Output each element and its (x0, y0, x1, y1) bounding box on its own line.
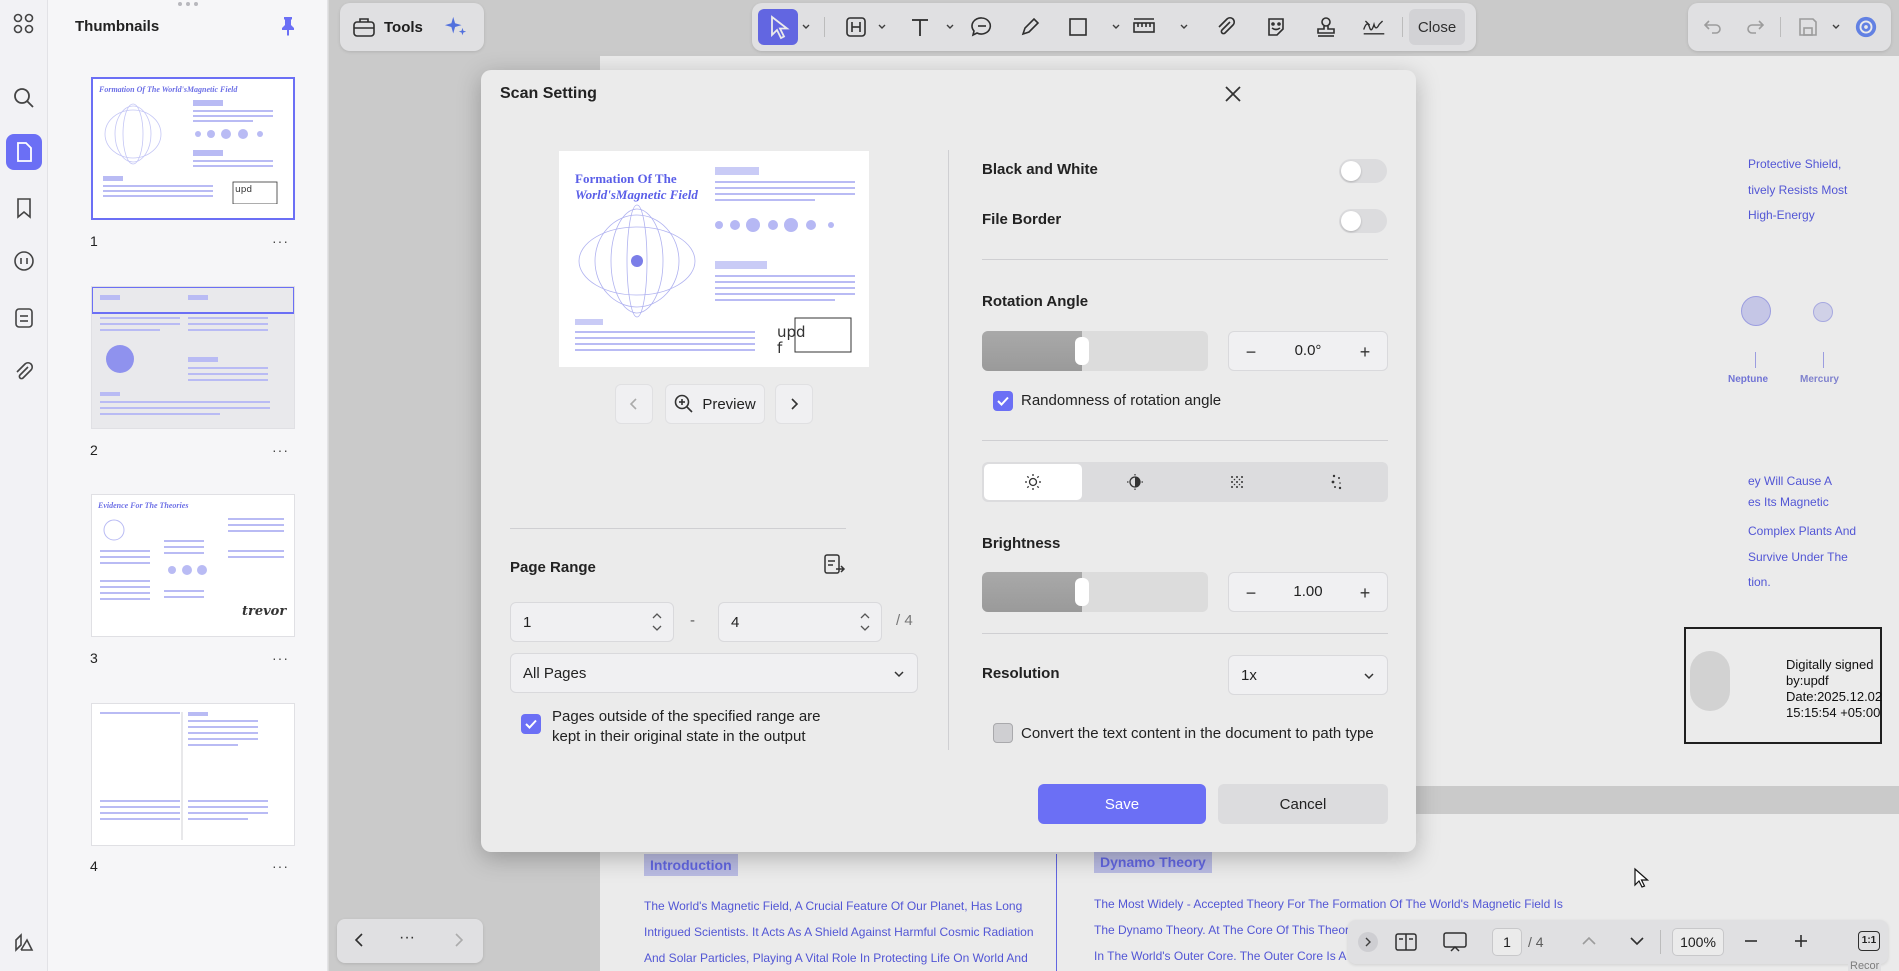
page-thumbnail-3[interactable]: Evidence For The Theories trevor (91, 494, 295, 637)
rotation-angle-value[interactable]: 0.0° (1269, 342, 1347, 359)
svg-text:upd: upd (235, 185, 252, 195)
increment-icon[interactable]: + (1353, 340, 1377, 364)
preview-page-graphics: upd f (575, 167, 855, 357)
page-thumbnail-2[interactable] (91, 286, 295, 429)
rotation-angle-label: Rotation Angle (982, 293, 1089, 310)
chevron-down-icon (894, 671, 904, 678)
layers-icon[interactable] (10, 928, 38, 956)
close-icon[interactable] (1221, 82, 1245, 106)
zoom-in-icon (675, 394, 693, 413)
resolution-select[interactable]: 1x (1228, 655, 1388, 695)
page-to-input[interactable]: 4 (718, 602, 882, 642)
rotation-angle-slider[interactable] (982, 331, 1208, 371)
page-number-2: 2 (90, 442, 98, 458)
thumbnails-title: Thumbnails (75, 18, 160, 35)
effect-selector (982, 462, 1388, 502)
preview-prev-button[interactable] (615, 384, 653, 424)
thumbnail-content: trevor (100, 518, 287, 619)
brightness-label: Brightness (982, 535, 1061, 552)
page-thumbnail-1[interactable]: Formation Of The World'sMagnetic Field u… (91, 77, 295, 220)
page-more-button-2[interactable]: ··· (272, 442, 289, 458)
increment-icon[interactable]: + (1353, 581, 1377, 605)
comment-icon[interactable] (10, 248, 38, 276)
page-thumbnail-4[interactable] (91, 703, 295, 846)
dither-icon[interactable] (1288, 464, 1386, 500)
keep-outside-label-line1: Pages outside of the specified range are (552, 708, 821, 725)
left-rail (0, 0, 48, 971)
svg-text:trevor: trevor (242, 604, 287, 619)
thumbnail-content: upd (103, 100, 278, 205)
convert-path-label: Convert the text content in the document… (1021, 725, 1374, 742)
mouse-cursor-icon (1633, 867, 1650, 894)
page-number-3: 3 (90, 650, 98, 666)
search-icon[interactable] (10, 84, 38, 112)
noise-icon[interactable] (1188, 464, 1286, 500)
brightness-stepper[interactable]: − 1.00 + (1228, 572, 1388, 612)
pages-icon[interactable] (6, 134, 42, 170)
randomness-checkbox[interactable] (993, 391, 1013, 411)
rotation-angle-stepper[interactable]: − 0.0° + (1228, 331, 1388, 371)
preview-button-label: Preview (702, 395, 756, 413)
bookmark-icon[interactable] (10, 194, 38, 222)
file-border-toggle[interactable] (1339, 209, 1387, 233)
svg-text:f: f (777, 339, 783, 357)
chevron-right-icon (791, 398, 799, 410)
divider (982, 633, 1388, 634)
page-range-swap-icon[interactable] (822, 553, 846, 582)
page-scope-select[interactable]: All Pages (510, 653, 918, 693)
page-from-input[interactable]: 1 (510, 602, 674, 642)
check-icon (997, 396, 1009, 406)
pin-icon[interactable] (279, 16, 297, 41)
decrement-icon[interactable]: − (1239, 340, 1263, 364)
form-icon[interactable] (10, 304, 38, 332)
scan-setting-dialog: Scan Setting Formation Of The World'sMag… (481, 70, 1416, 852)
brightness-slider[interactable] (982, 572, 1208, 612)
panel-resize-handle[interactable] (178, 2, 202, 6)
thumbnail-content (91, 286, 295, 415)
decrement-icon[interactable]: − (1239, 581, 1263, 605)
page-number-4: 4 (90, 858, 98, 874)
apps-icon[interactable] (10, 10, 38, 38)
column-divider (948, 150, 949, 750)
preview-button[interactable]: Preview (665, 384, 765, 424)
spinner-icon[interactable] (859, 610, 871, 634)
black-and-white-label: Black and White (982, 161, 1098, 178)
brightness-icon[interactable] (984, 464, 1082, 500)
divider (982, 440, 1388, 441)
brightness-value[interactable]: 1.00 (1269, 583, 1347, 600)
black-and-white-toggle[interactable] (1339, 159, 1387, 183)
attachment-icon[interactable] (10, 358, 38, 386)
save-button[interactable]: Save (1038, 784, 1206, 824)
randomness-label: Randomness of rotation angle (1021, 392, 1222, 409)
keep-outside-checkbox[interactable] (521, 714, 541, 734)
divider (982, 259, 1388, 260)
cancel-button[interactable]: Cancel (1218, 784, 1388, 824)
check-icon (525, 719, 537, 729)
page-more-button-3[interactable]: ··· (272, 650, 289, 666)
resolution-label: Resolution (982, 665, 1060, 682)
divider (510, 528, 846, 529)
convert-path-checkbox[interactable] (993, 723, 1013, 743)
chevron-left-icon (629, 398, 637, 410)
file-border-label: File Border (982, 211, 1062, 228)
keep-outside-label-line2: kept in their original state in the outp… (552, 728, 806, 745)
chevron-down-icon (1364, 673, 1374, 680)
spinner-icon[interactable] (651, 610, 663, 634)
page-range-label: Page Range (510, 559, 596, 576)
page-more-button-4[interactable]: ··· (272, 858, 289, 874)
thumbnail-content (100, 712, 268, 840)
preview-next-button[interactable] (775, 384, 813, 424)
contrast-icon[interactable] (1086, 464, 1184, 500)
thumbnails-panel: Thumbnails Formation Of The World'sMagne… (48, 0, 328, 971)
page-number-1: 1 (90, 233, 98, 249)
dialog-title: Scan Setting (500, 85, 597, 102)
page-total-label: / 4 (896, 612, 913, 629)
scan-preview-image: Formation Of The World'sMagnetic Field u… (559, 151, 869, 367)
page-more-button-1[interactable]: ··· (272, 233, 289, 249)
page-range-separator: - (690, 612, 695, 629)
slider-handle[interactable] (1075, 337, 1089, 365)
slider-handle[interactable] (1075, 578, 1089, 606)
